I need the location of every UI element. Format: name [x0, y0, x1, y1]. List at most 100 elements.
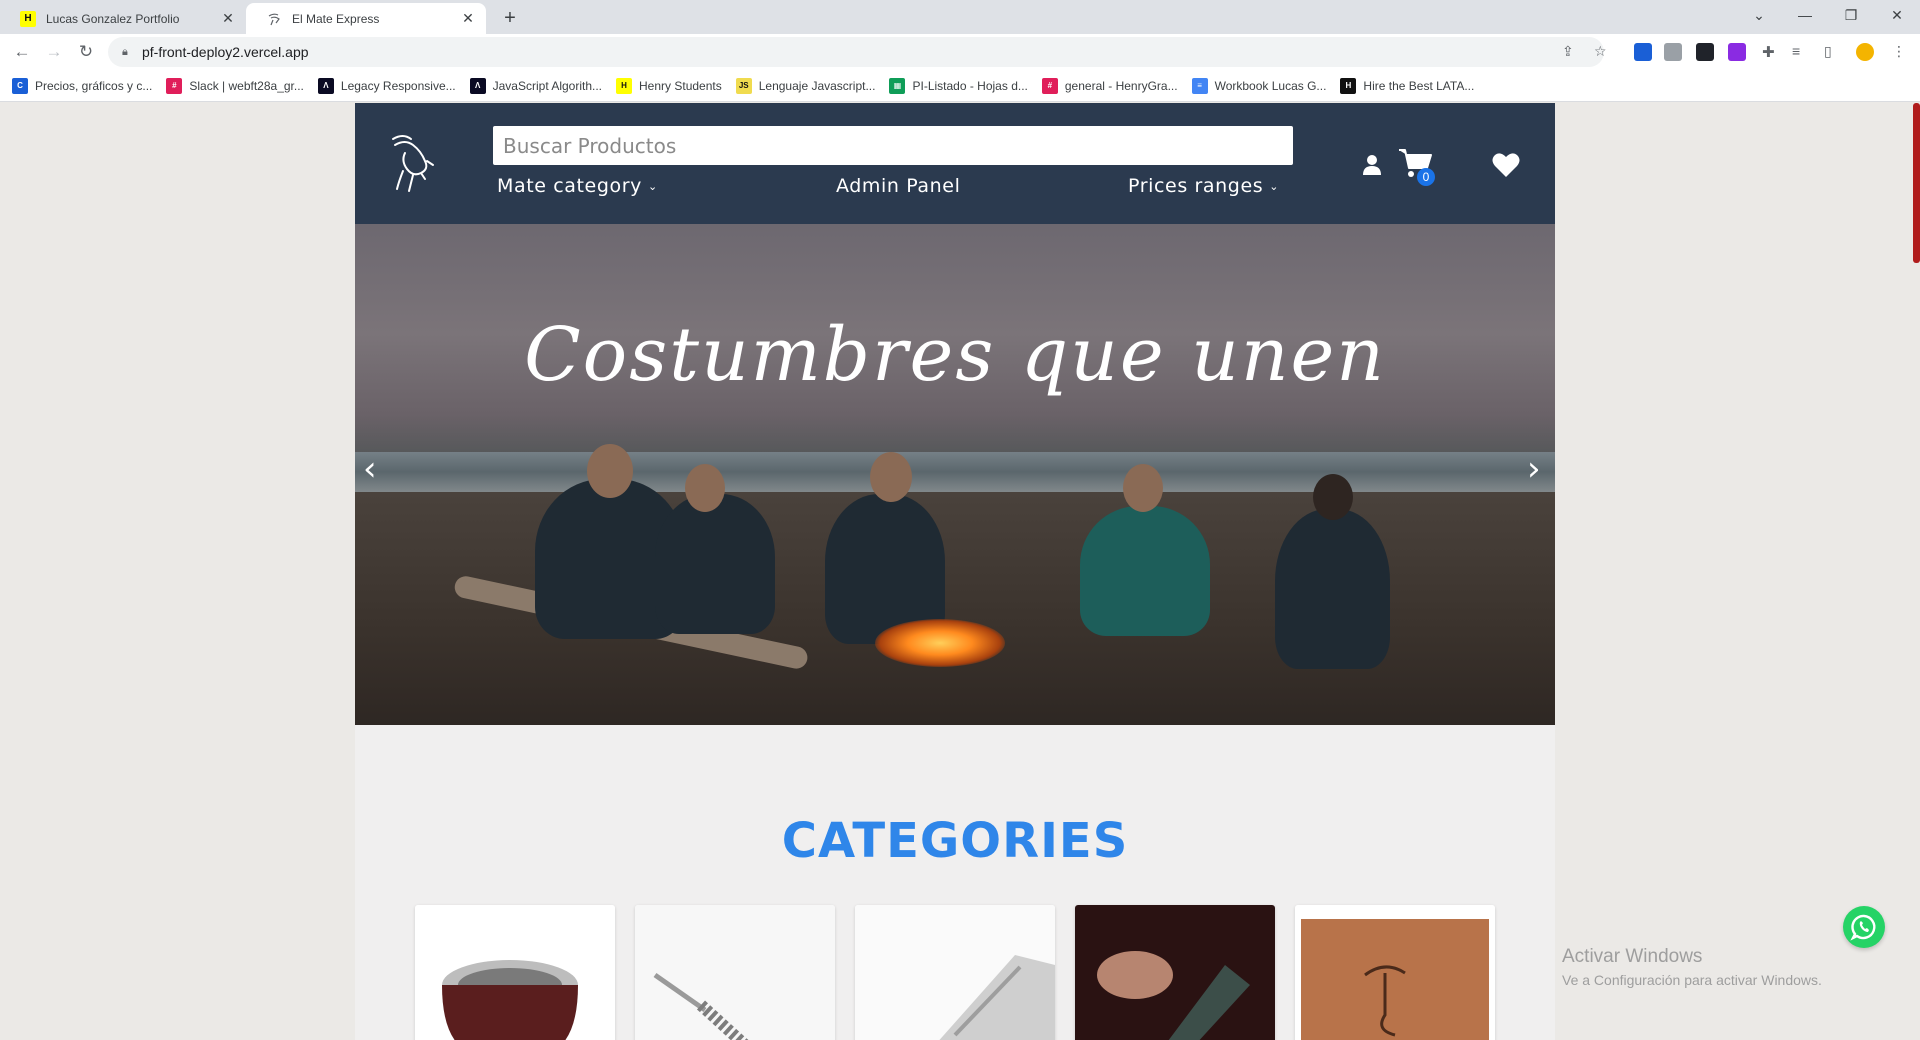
- bookmark-label: general - HenryGra...: [1064, 78, 1178, 93]
- activation-title: Activar Windows: [1562, 946, 1703, 967]
- person-head: [587, 444, 633, 498]
- slack-icon: #: [1041, 77, 1058, 94]
- bookmark-label: PI-Listado - Hojas d...: [912, 78, 1028, 93]
- thermos-pouring-image: [1075, 905, 1275, 1040]
- bookmark-star-icon[interactable]: ☆: [1594, 43, 1607, 60]
- person-head: [685, 464, 725, 512]
- category-card-thermos[interactable]: [1075, 905, 1275, 1040]
- extension-icon[interactable]: [1728, 43, 1746, 61]
- restore-button[interactable]: ❐: [1828, 0, 1874, 30]
- tab-title: El Mate Express: [292, 11, 380, 26]
- puzzle-extensions-icon[interactable]: ✚: [1762, 43, 1775, 61]
- minimize-button[interactable]: —: [1782, 0, 1828, 30]
- forward-button[interactable]: →: [40, 38, 68, 66]
- js-icon: JS: [735, 77, 752, 94]
- page-viewport: Mate category ⌄ Admin Panel Prices range…: [0, 103, 1920, 1040]
- slack-icon: #: [166, 77, 183, 94]
- bookmark-label: Workbook Lucas G...: [1214, 78, 1327, 93]
- bookmark-label: Legacy Responsive...: [340, 78, 456, 93]
- side-panel-icon[interactable]: ▯: [1824, 43, 1832, 60]
- bookmark-label: Hire the Best LATA...: [1363, 78, 1475, 93]
- mate-bird-logo-icon[interactable]: [385, 131, 435, 195]
- bookmark-label: Slack | webft28a_gr...: [189, 78, 304, 93]
- freecodecamp-icon: Λ: [317, 77, 334, 94]
- hero-title: Costumbres que unen: [524, 312, 1386, 398]
- mate-bird-favicon-icon: [266, 11, 282, 27]
- activation-subtitle: Ve a Configuración para activar Windows.: [1562, 972, 1822, 988]
- extension-icon[interactable]: [1664, 43, 1682, 61]
- bookmark-workbook[interactable]: ≡ Workbook Lucas G...: [1191, 77, 1327, 94]
- back-button[interactable]: ←: [8, 38, 36, 66]
- bookmark-label: Lenguaje Javascript...: [758, 78, 876, 93]
- scrollbar-thumb[interactable]: [1913, 103, 1920, 263]
- person-silhouette: [655, 494, 775, 634]
- site-header: Mate category ⌄ Admin Panel Prices range…: [355, 103, 1555, 224]
- chevron-down-icon: ⌄: [1269, 179, 1280, 193]
- whatsapp-icon: [1850, 914, 1876, 941]
- mate-category-label: Mate category: [497, 175, 642, 197]
- category-card-silver[interactable]: [855, 905, 1055, 1040]
- close-tab-icon[interactable]: ✕: [218, 10, 238, 27]
- bookmark-henry-students[interactable]: H Henry Students: [616, 77, 722, 94]
- profile-avatar[interactable]: [1856, 43, 1874, 61]
- user-icon[interactable]: [1362, 154, 1382, 181]
- category-card-bag[interactable]: [1295, 905, 1495, 1040]
- bookmark-slack[interactable]: # Slack | webft28a_gr...: [166, 77, 304, 94]
- reload-button[interactable]: ↻: [72, 38, 100, 66]
- docs-icon: ≡: [1191, 77, 1208, 94]
- freecodecamp-icon: Λ: [469, 77, 486, 94]
- tab-portfolio[interactable]: H Lucas Gonzalez Portfolio ✕: [0, 3, 246, 34]
- tab-el-mate-express[interactable]: El Mate Express ✕: [246, 3, 486, 34]
- bookmark-general-henry[interactable]: # general - HenryGra...: [1041, 77, 1178, 94]
- close-window-button[interactable]: ✕: [1874, 0, 1920, 30]
- carousel-prev-icon[interactable]: ‹: [363, 449, 377, 489]
- site-container: Mate category ⌄ Admin Panel Prices range…: [355, 103, 1555, 1040]
- coingecko-icon: C: [12, 77, 28, 94]
- windows-activation-watermark: Activar Windows Ve a Configuración para …: [1562, 946, 1822, 988]
- tab-search-chevron-icon[interactable]: ⌄: [1736, 0, 1782, 30]
- henry-icon: H: [616, 77, 633, 94]
- person-head: [870, 452, 912, 502]
- categories-title: CATEGORIES: [781, 813, 1129, 869]
- bookmark-label: Precios, gráficos y c...: [35, 78, 153, 93]
- chrome-menu-icon[interactable]: ⋮: [1892, 43, 1906, 60]
- share-icon[interactable]: ⇪: [1562, 43, 1574, 60]
- tab-strip: H Lucas Gonzalez Portfolio ✕ El Mate Exp…: [0, 0, 1920, 34]
- carousel-next-icon[interactable]: ›: [1527, 449, 1541, 489]
- tab-title: Lucas Gonzalez Portfolio: [46, 11, 180, 26]
- leather-bag-image: [1295, 905, 1495, 1040]
- prices-ranges-label: Prices ranges: [1128, 175, 1264, 197]
- bookmark-hire-latam[interactable]: H Hire the Best LATA...: [1340, 77, 1475, 94]
- bookmark-label: JavaScript Algorith...: [492, 78, 603, 93]
- page-scrollbar[interactable]: [1911, 103, 1920, 1040]
- bookmark-label: Henry Students: [639, 78, 722, 93]
- close-tab-icon[interactable]: ✕: [458, 10, 478, 27]
- whatsapp-button[interactable]: [1843, 906, 1885, 948]
- bookmark-js-language[interactable]: JS Lenguaje Javascript...: [735, 77, 876, 94]
- admin-panel-link[interactable]: Admin Panel: [836, 175, 960, 197]
- address-bar[interactable]: 🔒︎ pf-front-deploy2.vercel.app: [108, 37, 1604, 67]
- admin-panel-label: Admin Panel: [836, 175, 961, 197]
- bitwarden-extension-icon[interactable]: [1634, 43, 1652, 61]
- heart-favorites-icon[interactable]: [1492, 152, 1520, 183]
- prices-ranges-dropdown[interactable]: Prices ranges ⌄: [1128, 175, 1279, 197]
- bookmark-freecodecamp-responsive[interactable]: Λ Legacy Responsive...: [317, 77, 456, 94]
- search-input[interactable]: [493, 126, 1293, 165]
- bookmark-coingecko[interactable]: C Precios, gráficos y c...: [12, 77, 153, 94]
- person-silhouette: [1080, 506, 1210, 636]
- bookmarks-bar: C Precios, gráficos y c... # Slack | webft…: [0, 70, 1920, 102]
- bookmark-freecodecamp-js[interactable]: Λ JavaScript Algorith...: [469, 77, 603, 94]
- bookmark-pi-listado[interactable]: ▦ PI-Listado - Hojas d...: [889, 77, 1028, 94]
- react-devtools-icon[interactable]: [1696, 43, 1714, 61]
- browser-toolbar: ← → ↻ 🔒︎ pf-front-deploy2.vercel.app ⇪ ☆…: [0, 34, 1920, 70]
- url-text: pf-front-deploy2.vercel.app: [142, 44, 309, 60]
- mate-gourd-image: [415, 905, 615, 1040]
- category-card-bombilla[interactable]: [635, 905, 835, 1040]
- lock-icon[interactable]: 🔒︎: [122, 46, 134, 58]
- mate-category-dropdown[interactable]: Mate category ⌄: [497, 175, 658, 197]
- henry-icon: H: [1340, 77, 1357, 94]
- category-card-mate[interactable]: [415, 905, 615, 1040]
- sheets-icon: ▦: [889, 77, 906, 94]
- new-tab-button[interactable]: +: [496, 4, 524, 32]
- reading-list-icon[interactable]: ≡: [1792, 43, 1800, 59]
